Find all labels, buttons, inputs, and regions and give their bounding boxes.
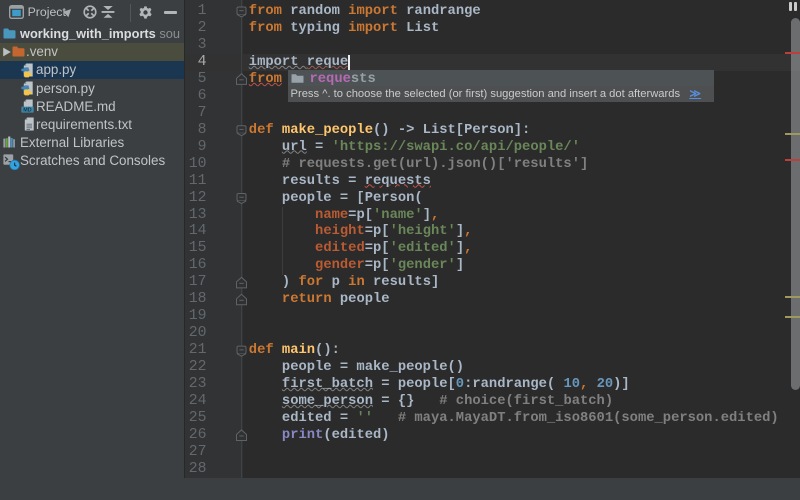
svg-text:MD: MD [23, 108, 31, 114]
